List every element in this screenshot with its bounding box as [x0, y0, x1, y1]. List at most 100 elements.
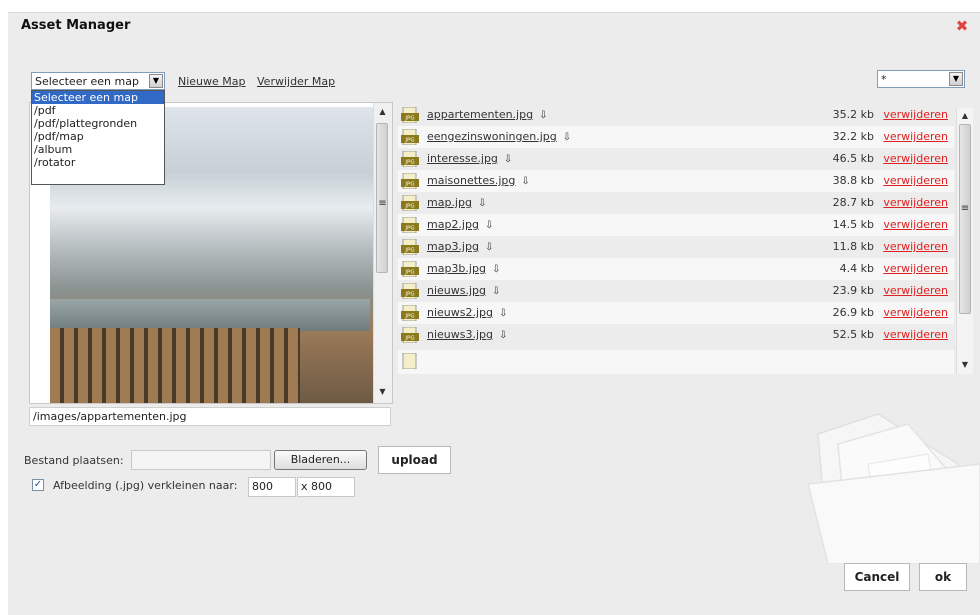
- file-size: 52.5 kb: [832, 328, 874, 341]
- download-arrow-icon[interactable]: ⇩: [499, 330, 507, 341]
- file-list-scrollbar[interactable]: ▲ ≡ ▼: [956, 108, 973, 374]
- file-name-link[interactable]: map3b.jpg ⇩: [427, 262, 500, 275]
- svg-text:JPG: JPG: [404, 336, 414, 342]
- jpg-file-icon: JPG: [401, 283, 419, 299]
- svg-text:JPG: JPG: [404, 248, 414, 254]
- file-name-link[interactable]: nieuws.jpg ⇩: [427, 284, 500, 297]
- delete-file-link[interactable]: verwijderen: [883, 306, 948, 319]
- file-row[interactable]: JPG interesse.jpg ⇩ 46.5 kb verwijderen: [398, 148, 954, 170]
- svg-text:JPG: JPG: [404, 138, 414, 144]
- delete-folder-link[interactable]: Verwijder Map: [257, 75, 335, 88]
- file-name-link[interactable]: maisonettes.jpg ⇩: [427, 174, 530, 187]
- file-row[interactable]: JPG maisonettes.jpg ⇩ 38.8 kb verwijderen: [398, 170, 954, 192]
- download-arrow-icon[interactable]: ⇩: [478, 198, 486, 209]
- download-arrow-icon[interactable]: ⇩: [521, 176, 529, 187]
- folder-select[interactable]: Selecteer een map ▼: [31, 72, 165, 90]
- filter-select[interactable]: * ▼: [877, 70, 965, 88]
- chevron-down-icon[interactable]: ▼: [949, 72, 963, 86]
- file-size: 14.5 kb: [832, 218, 874, 231]
- file-name-link[interactable]: map2.jpg ⇩: [427, 218, 493, 231]
- download-arrow-icon[interactable]: ⇩: [485, 220, 493, 231]
- delete-file-link[interactable]: verwijderen: [883, 284, 948, 297]
- file-name-link[interactable]: appartementen.jpg ⇩: [427, 108, 547, 121]
- svg-text:JPG: JPG: [404, 116, 414, 122]
- file-name-link[interactable]: nieuws2.jpg ⇩: [427, 306, 507, 319]
- resize-height-field[interactable]: x 800: [297, 477, 355, 497]
- browse-button[interactable]: Bladeren...: [274, 450, 367, 470]
- file-row[interactable]: JPG appartementen.jpg ⇩ 35.2 kb verwijder…: [398, 104, 954, 126]
- dropdown-option[interactable]: /pdf/plattegronden: [32, 117, 164, 130]
- resize-label: Afbeelding (.jpg) verkleinen naar:: [53, 479, 238, 492]
- file-list-scroll-thumb[interactable]: [959, 124, 971, 314]
- file-row[interactable]: JPG nieuws.jpg ⇩ 23.9 kb verwijderen: [398, 280, 954, 302]
- jpg-file-icon: JPG: [401, 195, 419, 211]
- delete-file-link[interactable]: verwijderen: [883, 174, 948, 187]
- preview-image-building: [50, 328, 300, 403]
- download-arrow-icon[interactable]: ⇩: [504, 154, 512, 165]
- jpg-file-icon: JPG: [401, 305, 419, 321]
- folder-select-value: Selecteer een map: [35, 75, 139, 88]
- file-size: 46.5 kb: [832, 152, 874, 165]
- file-name-link[interactable]: eengezinswoningen.jpg ⇩: [427, 130, 571, 143]
- dropdown-option[interactable]: /pdf/map: [32, 130, 164, 143]
- folder-dropdown-list[interactable]: Selecteer een map /pdf /pdf/plattegronde…: [31, 90, 165, 185]
- ok-button[interactable]: ok: [919, 563, 967, 591]
- delete-file-link[interactable]: verwijderen: [883, 130, 948, 143]
- close-icon[interactable]: ✖: [955, 19, 969, 34]
- file-row[interactable]: JPG map3b.jpg ⇩ 4.4 kb verwijderen: [398, 258, 954, 280]
- resize-checkbox[interactable]: ✓: [32, 479, 44, 491]
- file-row-partial[interactable]: [398, 350, 954, 374]
- svg-text:JPG: JPG: [404, 226, 414, 232]
- file-size: 26.9 kb: [832, 306, 874, 319]
- delete-file-link[interactable]: verwijderen: [883, 328, 948, 341]
- upload-label: Bestand plaatsen:: [24, 454, 124, 467]
- svg-text:JPG: JPG: [404, 204, 414, 210]
- file-row[interactable]: JPG nieuws3.jpg ⇩ 52.5 kb verwijderen: [398, 324, 954, 346]
- delete-file-link[interactable]: verwijderen: [883, 218, 948, 231]
- file-row[interactable]: JPG map.jpg ⇩ 28.7 kb verwijderen: [398, 192, 954, 214]
- scroll-down-icon[interactable]: ▼: [374, 385, 391, 399]
- file-name-link[interactable]: map3.jpg ⇩: [427, 240, 493, 253]
- dropdown-option[interactable]: /album: [32, 143, 164, 156]
- scroll-up-icon[interactable]: ▲: [957, 109, 973, 123]
- file-size: 4.4 kb: [839, 262, 874, 275]
- cancel-button[interactable]: Cancel: [844, 563, 910, 591]
- delete-file-link[interactable]: verwijderen: [883, 152, 948, 165]
- grip-icon: ≡: [378, 198, 387, 209]
- new-folder-link[interactable]: Nieuwe Map: [178, 75, 246, 88]
- download-arrow-icon[interactable]: ⇩: [492, 286, 500, 297]
- download-arrow-icon[interactable]: ⇩: [563, 132, 571, 143]
- preview-scrollbar[interactable]: ▲ ≡ ▼: [373, 103, 392, 403]
- file-name-link[interactable]: nieuws3.jpg ⇩: [427, 328, 507, 341]
- jpg-file-icon: JPG: [401, 261, 419, 277]
- file-name-link[interactable]: interesse.jpg ⇩: [427, 152, 512, 165]
- download-arrow-icon[interactable]: ⇩: [492, 264, 500, 275]
- jpg-file-icon: JPG: [401, 107, 419, 123]
- chevron-down-icon[interactable]: ▼: [149, 74, 163, 88]
- upload-file-field[interactable]: [131, 450, 271, 470]
- delete-file-link[interactable]: verwijderen: [883, 262, 948, 275]
- delete-file-link[interactable]: verwijderen: [883, 196, 948, 209]
- image-path-field[interactable]: /images/appartementen.jpg: [29, 407, 391, 426]
- download-arrow-icon[interactable]: ⇩: [499, 308, 507, 319]
- file-row[interactable]: JPG eengezinswoningen.jpg ⇩ 32.2 kb verwi…: [398, 126, 954, 148]
- resize-width-field[interactable]: 800: [248, 477, 296, 497]
- file-row[interactable]: JPG map3.jpg ⇩ 11.8 kb verwijderen: [398, 236, 954, 258]
- dropdown-option[interactable]: /pdf: [32, 104, 164, 117]
- grip-icon: ≡: [960, 203, 970, 214]
- download-arrow-icon[interactable]: ⇩: [485, 242, 493, 253]
- scroll-up-icon[interactable]: ▲: [374, 105, 391, 119]
- delete-file-link[interactable]: verwijderen: [883, 240, 948, 253]
- dropdown-option[interactable]: Selecteer een map: [32, 91, 164, 104]
- scroll-down-icon[interactable]: ▼: [957, 358, 973, 372]
- jpg-file-icon: [402, 353, 417, 369]
- svg-text:JPG: JPG: [404, 182, 414, 188]
- dropdown-option[interactable]: /rotator: [32, 156, 164, 169]
- file-list: JPG appartementen.jpg ⇩ 35.2 kb verwijder…: [398, 104, 956, 374]
- file-row[interactable]: JPG nieuws2.jpg ⇩ 26.9 kb verwijderen: [398, 302, 954, 324]
- file-name-link[interactable]: map.jpg ⇩: [427, 196, 486, 209]
- upload-button[interactable]: upload: [378, 446, 451, 474]
- file-row[interactable]: JPG map2.jpg ⇩ 14.5 kb verwijderen: [398, 214, 954, 236]
- download-arrow-icon[interactable]: ⇩: [539, 110, 547, 121]
- delete-file-link[interactable]: verwijderen: [883, 108, 948, 121]
